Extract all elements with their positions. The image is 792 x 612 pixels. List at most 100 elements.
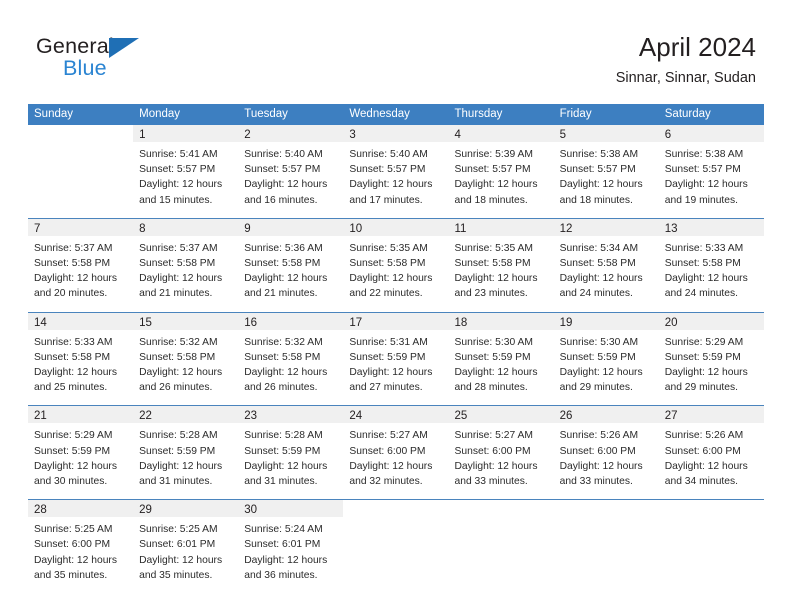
weekday-header-row: Sunday Monday Tuesday Wednesday Thursday Frid… [28,104,764,125]
day-cell-3[interactable]: 3 Sunrise: 5:40 AM Sunset: 5:57 PM Daylight… [343,125,449,218]
day-cell-27[interactable]: 27 Sunrise: 5:26 AM Sunset: 6:00 PM Dayligh… [658,406,764,499]
day-number-band: 15 [133,312,239,330]
day-detail-line: Daylight: 12 hours [244,179,328,191]
day-detail-line: Sunrise: 5:25 AM [139,524,218,536]
day-detail-line: Daylight: 12 hours [349,179,433,191]
day-details: Sunrise: 5:39 AM Sunset: 5:57 PM Daylight:… [449,142,554,218]
day-number: 3 [349,129,356,141]
weekday-header-friday: Friday [559,108,592,120]
day-detail-line: and 31 minutes. [139,476,213,488]
day-cell-13[interactable]: 13 Sunrise: 5:33 AM Sunset: 5:58 PM Dayligh… [658,218,764,312]
day-detail-line: Daylight: 12 hours [139,554,223,566]
day-detail-line: and 31 minutes. [244,476,318,488]
day-detail-line: Sunset: 6:00 PM [664,445,741,457]
day-number-band: 12 [553,218,659,236]
day-cell-22[interactable]: 22 Sunrise: 5:28 AM Sunset: 5:59 PM Dayligh… [133,406,239,499]
day-detail-line: Daylight: 12 hours [349,367,433,379]
day-detail-line: Sunset: 5:59 PM [34,445,111,457]
day-number-band: 18 [448,312,554,330]
day-detail-line: Daylight: 12 hours [139,460,223,472]
day-details: Sunrise: 5:36 AM Sunset: 5:58 PM Daylight:… [238,236,343,312]
day-cell-26[interactable]: 26 Sunrise: 5:26 AM Sunset: 6:00 PM Dayligh… [553,406,659,499]
day-detail-line: Sunset: 6:00 PM [559,445,636,457]
day-cell-6[interactable]: 6 Sunrise: 5:38 AM Sunset: 5:57 PM Daylight… [658,125,764,218]
day-cell-4[interactable]: 4 Sunrise: 5:39 AM Sunset: 5:57 PM Daylight… [448,125,554,218]
day-detail-line: Daylight: 12 hours [244,273,328,285]
day-cell-8[interactable]: 8 Sunrise: 5:37 AM Sunset: 5:58 PM Daylight… [133,218,239,312]
day-cell-28[interactable]: 28 Sunrise: 5:25 AM Sunset: 6:00 PM Dayligh… [28,500,134,593]
day-cell-29[interactable]: 29 Sunrise: 5:25 AM Sunset: 6:01 PM Dayligh… [133,500,239,593]
day-cell-17[interactable]: 17 Sunrise: 5:31 AM Sunset: 5:59 PM Dayligh… [343,312,449,406]
day-cell-9[interactable]: 9 Sunrise: 5:36 AM Sunset: 5:58 PM Daylight… [238,218,344,312]
calendar-week-row: 7 Sunrise: 5:37 AM Sunset: 5:58 PM Daylight… [28,217,764,312]
day-details: Sunrise: 5:29 AM Sunset: 5:59 PM Daylight:… [659,330,764,406]
day-detail-line: Sunset: 6:01 PM [244,539,321,551]
general-blue-logo[interactable]: General Blue [36,34,296,94]
day-cell-12[interactable]: 12 Sunrise: 5:34 AM Sunset: 5:58 PM Dayligh… [553,218,659,312]
day-detail-line: and 20 minutes. [34,288,108,300]
day-detail-line: Daylight: 12 hours [34,273,117,285]
day-detail-line: Daylight: 12 hours [139,367,223,379]
day-detail-line: and 33 minutes. [559,476,633,488]
day-number: 24 [349,410,363,423]
day-detail-line: Daylight: 12 hours [34,554,117,566]
calendar-week-row: 14 Sunrise: 5:33 AM Sunset: 5:58 PM Dayligh… [28,311,764,406]
day-number-band: 8 [133,218,239,236]
day-detail-line: and 23 minutes. [454,288,528,300]
day-number-band: 9 [238,218,344,236]
day-detail-line: Sunrise: 5:26 AM [559,430,639,442]
calendar-week-row: 1 Sunrise: 5:41 AM Sunset: 5:57 PM Daylight… [28,125,764,218]
day-number: 21 [34,410,47,423]
day-number: 29 [139,504,152,517]
day-detail-line: Sunrise: 5:33 AM [34,336,113,348]
day-detail-line: and 22 minutes. [349,288,423,300]
logo-text-general: General [36,34,114,58]
day-detail-line: Sunrise: 5:24 AM [244,524,323,536]
day-cell-16[interactable]: 16 Sunrise: 5:32 AM Sunset: 5:58 PM Dayligh… [238,312,344,406]
day-detail-line: and 28 minutes. [454,382,528,394]
day-cell-30[interactable]: 30 Sunrise: 5:24 AM Sunset: 6:01 PM Dayligh… [238,500,344,593]
day-detail-line: Sunrise: 5:29 AM [664,336,744,348]
day-detail-line: and 29 minutes. [664,382,739,394]
day-details: Sunrise: 5:37 AM Sunset: 5:58 PM Daylight:… [28,236,133,312]
day-number-band: 26 [553,406,659,424]
day-cell-11[interactable]: 11 Sunrise: 5:35 AM Sunset: 5:58 PM Dayligh… [448,218,554,312]
day-number-band: 1 [133,125,239,142]
day-detail-line: Sunset: 5:58 PM [349,258,426,270]
day-number: 28 [34,504,47,517]
day-cell-7[interactable]: 7 Sunrise: 5:37 AM Sunset: 5:58 PM Daylight… [28,218,134,312]
day-details: Sunrise: 5:26 AM Sunset: 6:00 PM Daylight:… [659,423,764,499]
day-cell-5[interactable]: 5 Sunrise: 5:38 AM Sunset: 5:57 PM Daylight… [553,125,659,218]
day-number: 1 [139,129,146,141]
day-cell-19[interactable]: 19 Sunrise: 5:30 AM Sunset: 5:59 PM Dayligh… [553,312,659,406]
day-number: 2 [244,129,251,141]
day-cell-15[interactable]: 15 Sunrise: 5:32 AM Sunset: 5:58 PM Dayligh… [133,312,239,406]
day-number-band: 29 [133,500,239,518]
day-detail-line: and 17 minutes. [349,194,423,206]
day-cell-1[interactable]: 1 Sunrise: 5:41 AM Sunset: 5:57 PM Daylight… [133,125,239,218]
day-cell-23[interactable]: 23 Sunrise: 5:28 AM Sunset: 5:59 PM Dayligh… [238,406,344,499]
day-cell-2[interactable]: 2 Sunrise: 5:40 AM Sunset: 5:57 PM Daylight… [238,125,344,218]
day-cell-25[interactable]: 25 Sunrise: 5:27 AM Sunset: 6:00 PM Dayligh… [448,406,554,499]
day-detail-line: and 26 minutes. [244,382,318,394]
day-detail-line: Sunset: 6:00 PM [454,445,531,457]
day-number: 19 [559,316,573,329]
day-cell-10[interactable]: 10 Sunrise: 5:35 AM Sunset: 5:58 PM Dayligh… [343,218,449,312]
day-details: Sunrise: 5:28 AM Sunset: 5:59 PM Daylight:… [238,423,343,499]
day-details [659,517,764,587]
day-detail-line: Sunset: 5:58 PM [244,351,321,363]
day-number: 30 [244,504,258,517]
day-detail-line: and 24 minutes. [664,288,739,300]
day-cell-18[interactable]: 18 Sunrise: 5:30 AM Sunset: 5:59 PM Dayligh… [448,312,554,406]
day-cell-24[interactable]: 24 Sunrise: 5:27 AM Sunset: 6:00 PM Dayligh… [343,406,449,499]
day-details: Sunrise: 5:27 AM Sunset: 6:00 PM Daylight:… [343,423,448,499]
day-number: 10 [349,222,363,235]
day-detail-line: Daylight: 12 hours [139,273,223,285]
day-cell-14[interactable]: 14 Sunrise: 5:33 AM Sunset: 5:58 PM Dayligh… [28,312,134,406]
logo-triangle-icon [109,38,139,58]
day-number-band: 21 [28,406,134,424]
day-cell-20[interactable]: 20 Sunrise: 5:29 AM Sunset: 5:59 PM Dayligh… [658,312,764,406]
day-cell-21[interactable]: 21 Sunrise: 5:29 AM Sunset: 5:59 PM Dayligh… [28,406,134,499]
day-cell-empty [448,500,554,593]
day-number: 5 [559,129,567,141]
